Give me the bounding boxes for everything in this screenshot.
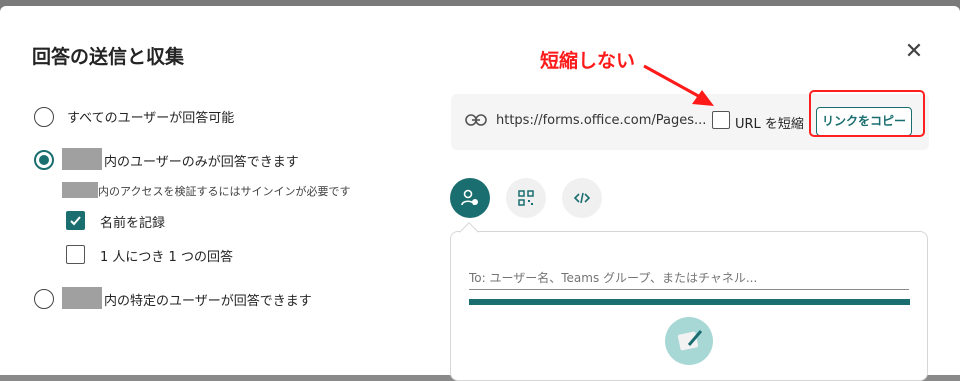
share-qr-button[interactable] — [506, 178, 546, 218]
close-icon[interactable]: ✕ — [904, 41, 924, 63]
checkbox-record-name[interactable] — [66, 211, 85, 230]
person-share-icon — [461, 189, 478, 206]
link-icon — [465, 114, 487, 126]
annotation-highlight-box — [809, 90, 925, 137]
qr-code-icon — [518, 190, 534, 206]
share-person-button[interactable] — [450, 178, 490, 218]
redacted-org-name-sub — [62, 182, 98, 198]
annotation-arrow-icon — [643, 64, 714, 106]
one-response-label: 1 人につき 1 つの回答 — [100, 250, 233, 265]
checkmark-icon — [70, 216, 81, 226]
option-org-only-sublabel: 内のアクセスを検証するにはサインインが必要です — [98, 185, 351, 198]
shorten-url-checkbox[interactable] — [712, 111, 730, 129]
invite-accent-bar — [469, 299, 910, 305]
option-anyone-label: すべてのユーザーが回答可能 — [67, 111, 235, 126]
checkbox-one-response[interactable] — [66, 245, 85, 264]
annotation-text: 短縮しない — [540, 50, 636, 72]
radio-anyone[interactable] — [34, 107, 54, 127]
invite-panel — [450, 231, 928, 381]
dialog-title: 回答の送信と収集 — [32, 46, 185, 68]
form-url[interactable]: https://forms.office.com/Pages... — [496, 113, 706, 128]
radio-org-only[interactable] — [34, 150, 54, 170]
send-illustration-icon — [665, 317, 713, 365]
embed-code-icon — [573, 192, 591, 204]
share-embed-button[interactable] — [562, 178, 602, 218]
radio-specific-people[interactable] — [34, 289, 54, 309]
redacted-org-name-2 — [62, 287, 102, 309]
option-specific-people-label: 内の特定のユーザーが回答できます — [104, 294, 312, 309]
record-name-label: 名前を記録 — [100, 216, 166, 231]
option-org-only-label: 内のユーザーのみが回答できます — [104, 155, 299, 170]
shorten-url-label: URL を短縮 — [735, 117, 804, 132]
redacted-org-name — [62, 148, 102, 170]
invite-recipients-input[interactable] — [469, 266, 909, 290]
